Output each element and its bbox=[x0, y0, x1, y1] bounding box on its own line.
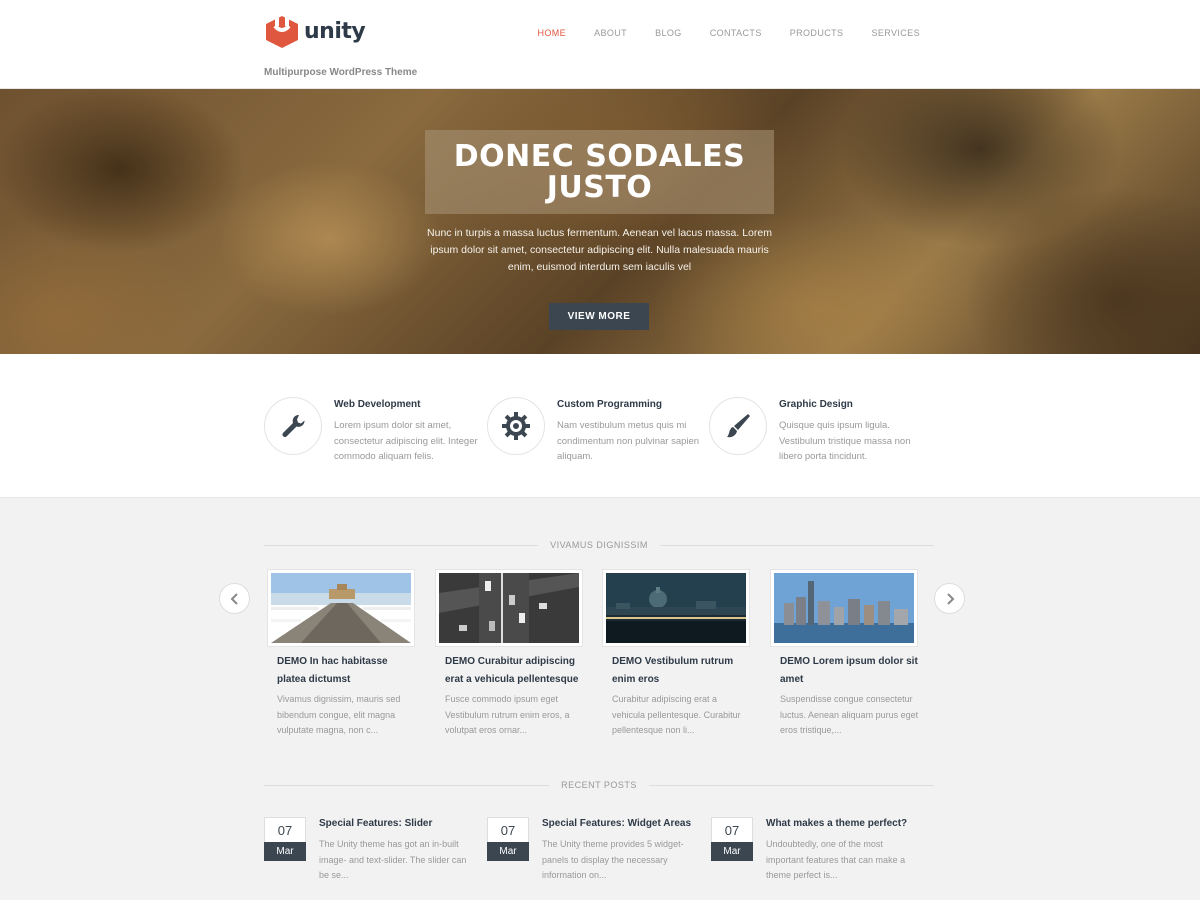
service-title[interactable]: Web Development bbox=[334, 399, 421, 410]
chevron-right-icon bbox=[946, 592, 954, 605]
portfolio-item: DEMO Lorem ipsum dolor sit amet Suspendi… bbox=[771, 570, 919, 739]
hero-slider: DONEC SODALES JUSTO Nunc in turpis a mas… bbox=[0, 89, 1200, 354]
post-excerpt: The Unity theme provides 5 widget-panels… bbox=[542, 839, 684, 880]
recent-posts-heading-label: RECENT POSTS bbox=[561, 780, 637, 790]
logo-text: unity bbox=[304, 18, 366, 44]
service-title[interactable]: Graphic Design bbox=[779, 399, 853, 410]
post-date: 07 Mar bbox=[711, 817, 753, 861]
hero-text: Nunc in turpis a massa luctus fermentum.… bbox=[427, 227, 772, 273]
nav-home[interactable]: HOME bbox=[537, 28, 566, 38]
nav-about[interactable]: ABOUT bbox=[594, 28, 627, 38]
portfolio-text: Suspendisse congue consectetur luctus. A… bbox=[780, 694, 919, 735]
recent-posts-heading: RECENT POSTS bbox=[264, 778, 935, 792]
post-date: 07 Mar bbox=[264, 817, 306, 861]
post-date-month: Mar bbox=[711, 842, 753, 861]
site-tagline: Multipurpose WordPress Theme bbox=[264, 67, 418, 78]
divider bbox=[648, 784, 935, 786]
carousel-prev-button[interactable] bbox=[219, 583, 250, 614]
service-title[interactable]: Custom Programming bbox=[557, 399, 662, 410]
nav-products[interactable]: PRODUCTS bbox=[790, 28, 844, 38]
post-date-day: 07 bbox=[264, 817, 306, 842]
divider bbox=[264, 544, 539, 546]
post-excerpt: Undoubtedly, one of the most important f… bbox=[766, 839, 906, 880]
hero-title: DONEC SODALES JUSTO bbox=[453, 139, 746, 205]
divider bbox=[659, 544, 935, 546]
service-text: Quisque quis ipsum ligula. Vestibulum tr… bbox=[779, 420, 911, 462]
logo-icon bbox=[266, 12, 298, 48]
portfolio-title[interactable]: DEMO In hac habitasse platea dictumst bbox=[268, 653, 416, 689]
carousel-next-button[interactable] bbox=[934, 583, 965, 614]
view-more-button[interactable]: VIEW MORE bbox=[549, 303, 649, 330]
post-date-day: 07 bbox=[487, 817, 529, 842]
nav-services[interactable]: SERVICES bbox=[871, 28, 920, 38]
divider bbox=[264, 784, 550, 786]
nav-blog[interactable]: BLOG bbox=[655, 28, 682, 38]
portfolio-heading: VIVAMUS DIGNISSIM bbox=[264, 538, 935, 552]
portfolio-item: DEMO Curabitur adipiscing erat a vehicul… bbox=[436, 570, 584, 739]
portfolio-title[interactable]: DEMO Vestibulum rutrum enim eros bbox=[603, 653, 751, 689]
paintbrush-icon[interactable] bbox=[709, 397, 767, 455]
portfolio-title[interactable]: DEMO Lorem ipsum dolor sit amet bbox=[771, 653, 919, 689]
recent-post: 07 Mar Special Features: Slider The Unit… bbox=[264, 817, 484, 887]
main-nav: HOME ABOUT BLOG CONTACTS PRODUCTS SERVIC… bbox=[537, 28, 920, 38]
portfolio-text: Fusce commodo ipsum eget Vestibulum rutr… bbox=[445, 694, 570, 735]
post-date-month: Mar bbox=[264, 842, 306, 861]
recent-post: 07 Mar What makes a theme perfect? Undou… bbox=[711, 817, 931, 887]
portfolio-image-skyline[interactable] bbox=[771, 570, 917, 646]
service-custom-programming: Custom Programming Nam vestibulum metus … bbox=[487, 397, 707, 477]
service-text: Lorem ipsum dolor sit amet, consectetur … bbox=[334, 420, 478, 462]
post-title[interactable]: What makes a theme perfect? bbox=[766, 818, 907, 829]
recent-post: 07 Mar Special Features: Widget Areas Th… bbox=[487, 817, 707, 887]
nav-contacts[interactable]: CONTACTS bbox=[710, 28, 762, 38]
wrench-icon[interactable] bbox=[264, 397, 322, 455]
portfolio-text: Vivamus dignissim, mauris sed bibendum c… bbox=[277, 694, 401, 735]
hero-title-box: DONEC SODALES JUSTO bbox=[425, 130, 774, 214]
portfolio-item: DEMO In hac habitasse platea dictumst Vi… bbox=[268, 570, 416, 739]
service-web-development: Web Development Lorem ipsum dolor sit am… bbox=[264, 397, 484, 477]
post-date: 07 Mar bbox=[487, 817, 529, 861]
portfolio-title[interactable]: DEMO Curabitur adipiscing erat a vehicul… bbox=[436, 653, 584, 689]
post-title[interactable]: Special Features: Slider bbox=[319, 818, 432, 829]
service-text: Nam vestibulum metus quis mi condimentum… bbox=[557, 420, 700, 462]
portfolio-item: DEMO Vestibulum rutrum enim eros Curabit… bbox=[603, 570, 751, 739]
portfolio-text: Curabitur adipiscing erat a vehicula pel… bbox=[612, 694, 741, 735]
portfolio-image-night-city[interactable] bbox=[603, 570, 749, 646]
site-logo[interactable]: unity bbox=[264, 12, 366, 50]
portfolio-image-pier[interactable] bbox=[268, 570, 414, 646]
site-header: unity Multipurpose WordPress Theme HOME … bbox=[0, 0, 1200, 89]
post-date-month: Mar bbox=[487, 842, 529, 861]
portfolio-image-traffic[interactable] bbox=[436, 570, 582, 646]
chevron-left-icon bbox=[230, 592, 238, 605]
post-excerpt: The Unity theme has got an in-built imag… bbox=[319, 839, 467, 880]
services-section: Web Development Lorem ipsum dolor sit am… bbox=[0, 354, 1200, 498]
post-title[interactable]: Special Features: Widget Areas bbox=[542, 818, 691, 829]
service-graphic-design: Graphic Design Quisque quis ipsum ligula… bbox=[709, 397, 929, 477]
gear-icon[interactable] bbox=[487, 397, 545, 455]
portfolio-heading-label: VIVAMUS DIGNISSIM bbox=[550, 540, 648, 550]
post-date-day: 07 bbox=[711, 817, 753, 842]
